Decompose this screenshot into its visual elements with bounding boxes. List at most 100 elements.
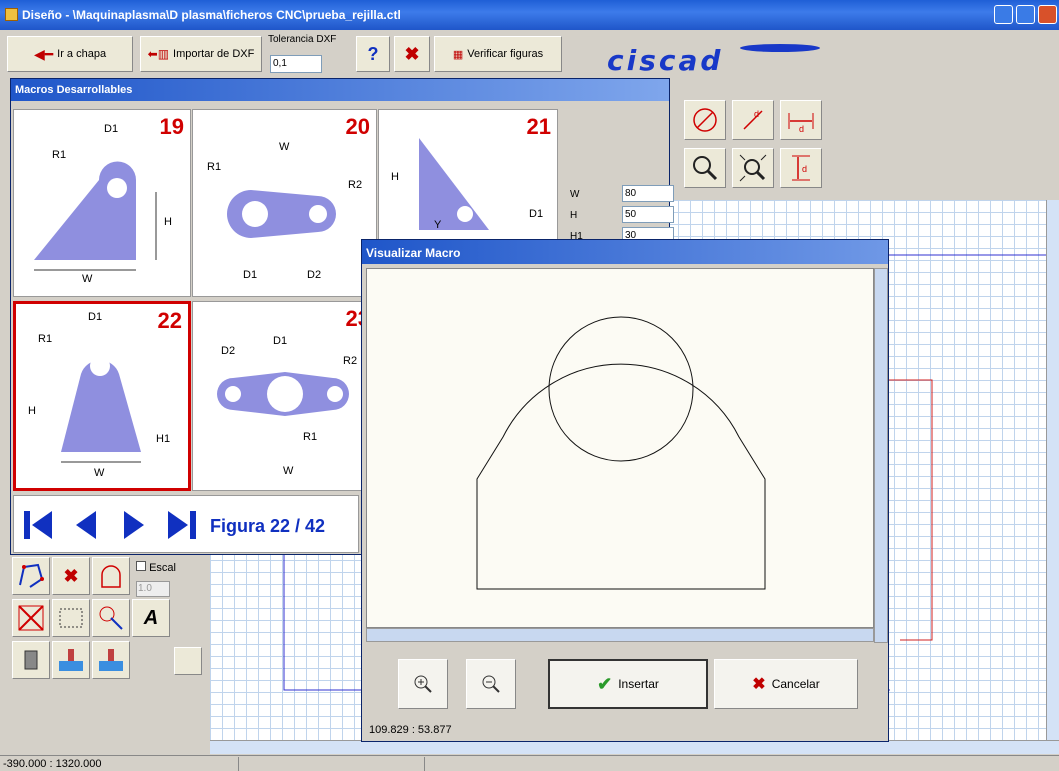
maximize-button[interactable] [1016,5,1035,24]
zoom-move-tool[interactable] [92,599,130,637]
svg-text:D2: D2 [221,345,235,357]
checkmark-icon: ✔ [597,673,613,694]
figure-number: 21 [511,114,551,142]
verify-icon: ▦ [452,48,464,61]
polyline-icon [19,563,44,588]
previous-figure-button[interactable] [66,506,106,544]
import-icon: ⬅▥ [147,47,170,61]
svg-text:d: d [802,164,807,174]
param-input[interactable]: 50 [622,206,674,223]
svg-text:R1: R1 [38,333,52,345]
canvas-hscroll[interactable] [210,740,1059,754]
go-sheet-label: Ir a chapa [57,48,107,60]
dialog-coordinates: 109.829 : 53.877 [369,724,452,736]
ciscad-logo: ciscad [607,44,724,77]
arrow-left-icon: ◀━ [33,45,54,62]
arch-icon [101,565,121,588]
preview-vscroll[interactable] [874,268,888,643]
zoom-window-tool[interactable] [732,148,774,188]
svg-text:H: H [28,405,36,417]
svg-text:R1: R1 [52,149,66,161]
macros-title: Macros Desarrollables [11,79,669,101]
text-a-icon: A [143,606,159,629]
previous-icon [76,511,96,539]
next-figure-button[interactable] [114,506,154,544]
canvas-vscroll[interactable] [1046,200,1059,740]
import-dxf-button[interactable]: ⬅▥ Importar de DXF [140,36,262,72]
no-circle-tool[interactable] [684,100,726,140]
close-window-button[interactable] [1038,5,1057,24]
zoom-fit-tool[interactable] [684,148,726,188]
preview-shape [476,316,766,590]
delete-tool[interactable]: ✖ [52,557,90,595]
polyline-tool[interactable] [12,557,50,595]
next-icon [124,511,144,539]
x-icon: ✖ [63,565,79,586]
first-figure-button[interactable] [18,506,58,544]
svg-text:R1: R1 [207,161,221,173]
macro-figure-19[interactable]: 19 D1 R1 H W [13,109,191,297]
insert-button[interactable]: ✔ Insertar [548,659,708,709]
svg-text:W: W [283,465,294,477]
text-tool[interactable]: A [132,599,170,637]
delete-button[interactable]: ✖ [394,36,430,72]
preview-hscroll[interactable] [366,628,874,642]
svg-text:R2: R2 [348,179,362,191]
insert-label: Insertar [618,677,659,691]
param-input[interactable]: 80 [622,185,674,202]
x-icon: ✖ [752,676,766,693]
measure-horizontal-tool[interactable]: d [780,100,822,140]
crossed-box-tool[interactable] [12,599,50,637]
status-bar: -390.000 : 1320.000 [0,755,1059,771]
arch-tool[interactable] [92,557,130,595]
macro-figure-22[interactable]: 22 D1 R1 H H1 W [13,301,191,491]
svg-text:D2: D2 [307,269,321,281]
selection-box-tool[interactable] [52,599,90,637]
diagonal-distance-icon: d [743,109,763,130]
import-dxf-label: Importar de DXF [173,48,255,60]
macro-figure-23[interactable]: 23 D2 D1 R2 R1 W [192,301,377,491]
svg-text:R2: R2 [343,355,357,367]
title-bar: Diseño - \Maquinaplasma\D plasma\fichero… [0,0,1059,30]
svg-text:d: d [799,124,804,134]
param-label: W [570,189,580,200]
zoom-out-button[interactable] [466,659,516,709]
scale-checkbox[interactable] [136,561,146,571]
help-icon: ? [367,43,379,64]
vertical-distance-icon: d [792,155,810,181]
last-icon [168,511,196,539]
go-sheet-button[interactable]: ◀━ Ir a chapa [7,36,133,72]
macro-figure-20[interactable]: 20 W R1 R2 D1 D2 [192,109,377,297]
svg-text:Y: Y [434,219,442,231]
blank-tool[interactable] [174,647,202,675]
cut-plate-tool-2[interactable] [92,641,130,679]
torch-plate-icon [99,649,123,671]
minimize-button[interactable] [994,5,1013,24]
svg-text:H: H [164,216,172,228]
scale-input[interactable]: 1.0 [136,581,170,597]
zoom-in-button[interactable] [398,659,448,709]
cancel-button[interactable]: ✖ Cancelar [714,659,858,709]
magnifier-arrows-icon [739,154,767,182]
x-icon: ✖ [404,43,420,64]
svg-text:W: W [279,141,290,153]
window-title: Diseño - \Maquinaplasma\D plasma\fichero… [22,8,401,22]
cancel-label: Cancelar [771,677,820,691]
svg-text:H: H [391,171,399,183]
magnifier-icon [693,156,718,181]
measure-diagonal-tool[interactable]: d [732,100,774,140]
zoom-out-icon [482,675,500,693]
last-figure-button[interactable] [162,506,202,544]
calculator-tool[interactable] [12,641,50,679]
measure-vertical-tool[interactable]: d [780,148,822,188]
figure-indicator: Figura 22 / 42 [210,516,326,536]
tolerance-input[interactable]: 0,1 [270,55,322,73]
svg-text:D1: D1 [243,269,257,281]
main-toolbar: ◀━ Ir a chapa ⬅▥ Importar de DXF Toleran… [0,30,1059,78]
help-button[interactable]: ? [356,36,390,72]
verify-figures-button[interactable]: ▦ Verificar figuras [434,36,562,72]
drawing-tools: ✖ Escal 1.0 A [10,555,210,755]
svg-text:R1: R1 [303,431,317,443]
cut-plate-tool[interactable] [52,641,90,679]
scale-option[interactable]: Escal [136,561,206,577]
